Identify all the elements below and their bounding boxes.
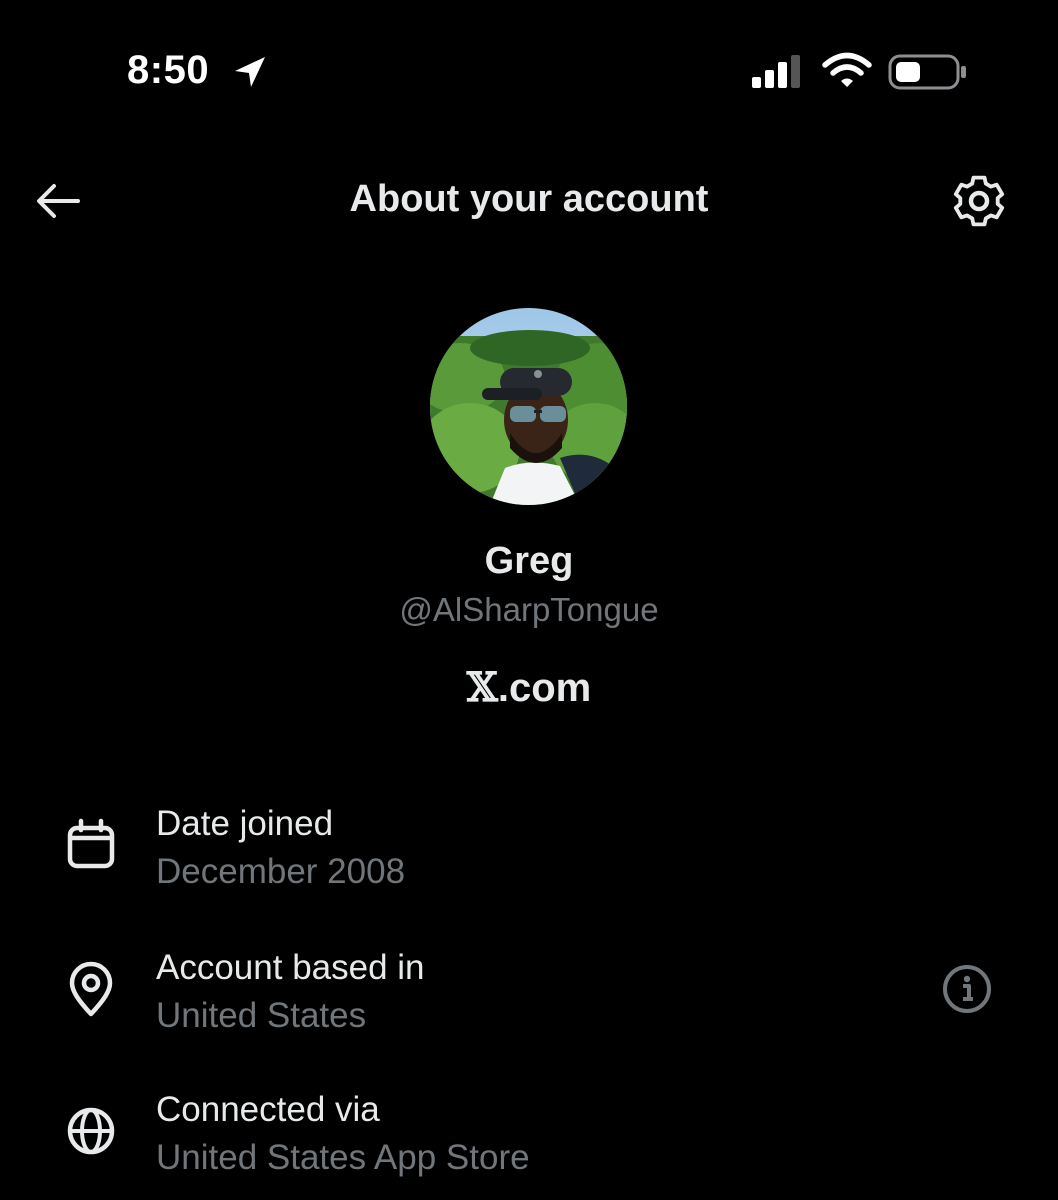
account-based-in-label: Account based in: [156, 948, 425, 987]
status-time: 8:50: [127, 48, 210, 92]
battery-icon: [888, 54, 966, 90]
display-name: Greg: [484, 540, 574, 582]
date-joined-row: Date joined December 2008: [0, 800, 1058, 920]
connected-via-value: United States App Store: [156, 1138, 530, 1177]
page-title: About your account: [349, 178, 709, 220]
connected-via-label: Connected via: [156, 1090, 380, 1129]
wifi-icon: [822, 52, 872, 87]
calendar-icon: [67, 818, 115, 869]
user-handle: @AlSharpTongue: [399, 591, 659, 628]
connected-via-row: Connected via United States App Store: [0, 1086, 1058, 1200]
location-arrow-icon: [235, 57, 265, 87]
account-based-in-value: United States: [156, 996, 367, 1035]
about-account-screen: 8:50 About your account Greg @AlSharpTon…: [0, 0, 1058, 1200]
date-joined-label: Date joined: [156, 804, 334, 843]
gear-icon[interactable]: [950, 173, 1008, 229]
profile-avatar[interactable]: [430, 308, 627, 505]
x-logo-icon: 𝕏: [466, 664, 498, 711]
location-pin-icon: [69, 961, 113, 1017]
brand-label: 𝕏.com: [0, 664, 1058, 711]
globe-icon: [67, 1107, 115, 1155]
account-based-in-row: Account based in United States: [0, 944, 1058, 1064]
date-joined-value: December 2008: [156, 852, 406, 891]
brand-suffix: .com: [497, 666, 592, 710]
info-icon[interactable]: [940, 962, 994, 1016]
cellular-signal-icon: [752, 55, 800, 88]
